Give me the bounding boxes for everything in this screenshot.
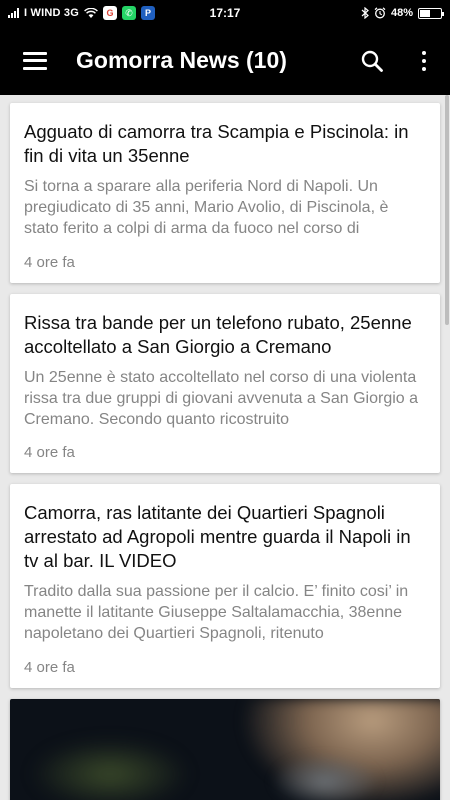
- news-time: 4 ore fa: [24, 254, 75, 271]
- news-time: 4 ore fa: [24, 659, 75, 676]
- paypal-app-icon: P: [140, 6, 155, 20]
- news-summary: Si torna a sparare alla periferia Nord d…: [24, 178, 389, 237]
- google-app-icon: G: [102, 6, 117, 20]
- app-bar-actions: [346, 26, 450, 95]
- search-icon: [361, 50, 383, 72]
- app-title: Gomorra News (10): [76, 47, 287, 73]
- news-summary: Un 25enne è stato accoltellato nel corso…: [24, 369, 419, 428]
- news-card[interactable]: Agguato di camorra tra Scampia e Piscino…: [10, 103, 440, 283]
- carrier-label: I WIND 3G: [24, 7, 79, 19]
- news-card[interactable]: Rissa tra bande per un telefono rubato, …: [10, 294, 440, 473]
- scrollbar[interactable]: [445, 95, 449, 325]
- image-detail: [270, 754, 380, 800]
- bluetooth-icon: [361, 7, 369, 19]
- image-shadow: [30, 739, 190, 800]
- status-left: I WIND 3G G ✆ P: [8, 6, 155, 20]
- signal-icon: [8, 8, 19, 18]
- news-feed[interactable]: Agguato di camorra tra Scampia e Piscino…: [0, 95, 450, 800]
- search-button[interactable]: [346, 26, 398, 95]
- news-title: Rissa tra bande per un telefono rubato, …: [24, 312, 412, 357]
- more-vert-icon: [422, 50, 426, 71]
- more-options-button[interactable]: [398, 26, 450, 95]
- wifi-icon: [84, 8, 98, 18]
- news-summary: Tradito dalla sua passione per il calcio…: [24, 583, 409, 642]
- whatsapp-app-icon: ✆: [121, 6, 136, 20]
- news-title: Camorra, ras latitante dei Quartieri Spa…: [24, 502, 411, 571]
- status-bar: I WIND 3G G ✆ P 17:17 48%: [0, 0, 450, 26]
- battery-level-fill: [420, 9, 430, 17]
- app-bar: Gomorra News (10): [0, 26, 450, 95]
- battery-percent: 48%: [390, 7, 413, 19]
- battery-icon: [418, 7, 444, 19]
- menu-icon: [23, 51, 47, 70]
- news-title: Agguato di camorra tra Scampia e Piscino…: [24, 121, 409, 166]
- news-time: 4 ore fa: [24, 444, 75, 461]
- news-card[interactable]: Camorra, ras latitante dei Quartieri Spa…: [10, 484, 440, 688]
- menu-button[interactable]: [0, 26, 70, 95]
- status-right: 48%: [361, 7, 444, 19]
- news-card-image[interactable]: [10, 699, 440, 800]
- alarm-icon: [374, 7, 386, 19]
